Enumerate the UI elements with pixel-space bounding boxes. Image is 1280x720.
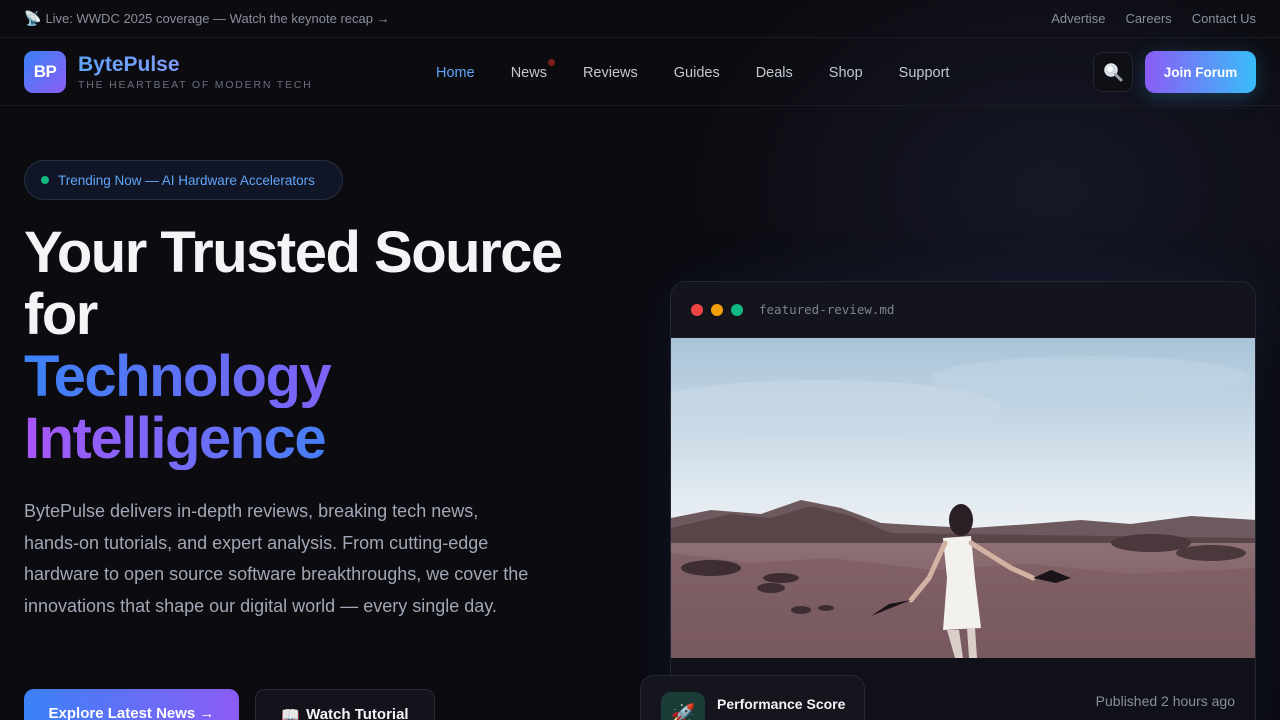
advertise-link[interactable]: Advertise	[1051, 11, 1105, 26]
performance-score-card[interactable]: 🚀 Performance Score	[640, 675, 865, 720]
desert-photo-illustration	[671, 338, 1255, 658]
live-announcement-text: Live: WWDC 2025 coverage — Watch the key…	[45, 11, 390, 26]
hero-title-line-3: Technology	[24, 346, 624, 408]
brand: BytePulse THE HEARTBEAT OF MODERN TECH	[78, 53, 313, 91]
site-header: BP BytePulse THE HEARTBEAT OF MODERN TEC…	[0, 39, 1280, 106]
hero-description: BytePulse delivers in-depth reviews, bre…	[24, 501, 529, 617]
nav-shop[interactable]: Shop	[811, 65, 881, 81]
trending-pill[interactable]: Trending Now — AI Hardware Accelerators	[24, 160, 343, 200]
brand-name[interactable]: BytePulse	[78, 53, 313, 77]
nav-news[interactable]: News	[493, 58, 565, 81]
hero-title-line-1: Your Trusted Source	[24, 220, 563, 285]
careers-link[interactable]: Careers	[1125, 11, 1171, 26]
contact-us-link[interactable]: Contact Us	[1192, 11, 1256, 26]
watch-tutorial-label: Watch Tutorial	[306, 706, 409, 720]
search-icon	[1104, 63, 1123, 82]
watch-tutorial-button[interactable]: 📖 Watch Tutorial	[255, 689, 435, 720]
featured-image	[671, 338, 1255, 658]
featured-review-card[interactable]: featured-review.md Published 2 hours ago	[670, 281, 1256, 720]
nav-reviews[interactable]: Reviews	[565, 65, 656, 81]
satellite-icon: 📡	[24, 10, 42, 26]
explore-news-button[interactable]: Explore Latest News →	[24, 689, 239, 720]
status-dot	[41, 176, 49, 184]
live-announcement-link[interactable]: 📡 Live: WWDC 2025 coverage — Watch the k…	[24, 10, 390, 27]
trending-text: Trending Now — AI Hardware Accelerators	[58, 172, 315, 188]
hero-title: Your Trusted Source for Technology Intel…	[24, 222, 624, 470]
nav-home[interactable]: Home	[418, 65, 493, 81]
hero-title-line-4: Intelligence	[24, 408, 624, 470]
hero-title-line-2: for	[24, 282, 98, 347]
notification-dot	[547, 58, 555, 66]
rocket-icon: 🚀	[661, 692, 705, 720]
published-timestamp: Published 2 hours ago	[1095, 693, 1235, 709]
window-minimize-dot	[711, 303, 723, 316]
nav-support[interactable]: Support	[881, 65, 968, 81]
card-filename: featured-review.md	[759, 302, 895, 317]
window-maximize-dot	[731, 303, 743, 316]
nav-guides[interactable]: Guides	[656, 65, 738, 81]
book-icon: 📖	[281, 707, 301, 720]
nav-deals[interactable]: Deals	[738, 65, 811, 81]
announcement-bar: 📡 Live: WWDC 2025 coverage — Watch the k…	[0, 0, 1280, 38]
card-window-bar: featured-review.md	[671, 282, 1255, 338]
main-nav: Home News Reviews Guides Deals Shop Supp…	[418, 39, 967, 106]
utility-links: Advertise Careers Contact Us	[1051, 11, 1256, 26]
logo-badge[interactable]: BP	[24, 51, 66, 93]
window-close-dot	[691, 303, 703, 316]
brand-tagline: THE HEARTBEAT OF MODERN TECH	[78, 79, 313, 91]
search-button[interactable]	[1093, 52, 1133, 92]
join-forum-button[interactable]: Join Forum	[1145, 51, 1256, 93]
nav-news-label: News	[510, 64, 547, 81]
performance-score-title: Performance Score	[717, 696, 846, 712]
